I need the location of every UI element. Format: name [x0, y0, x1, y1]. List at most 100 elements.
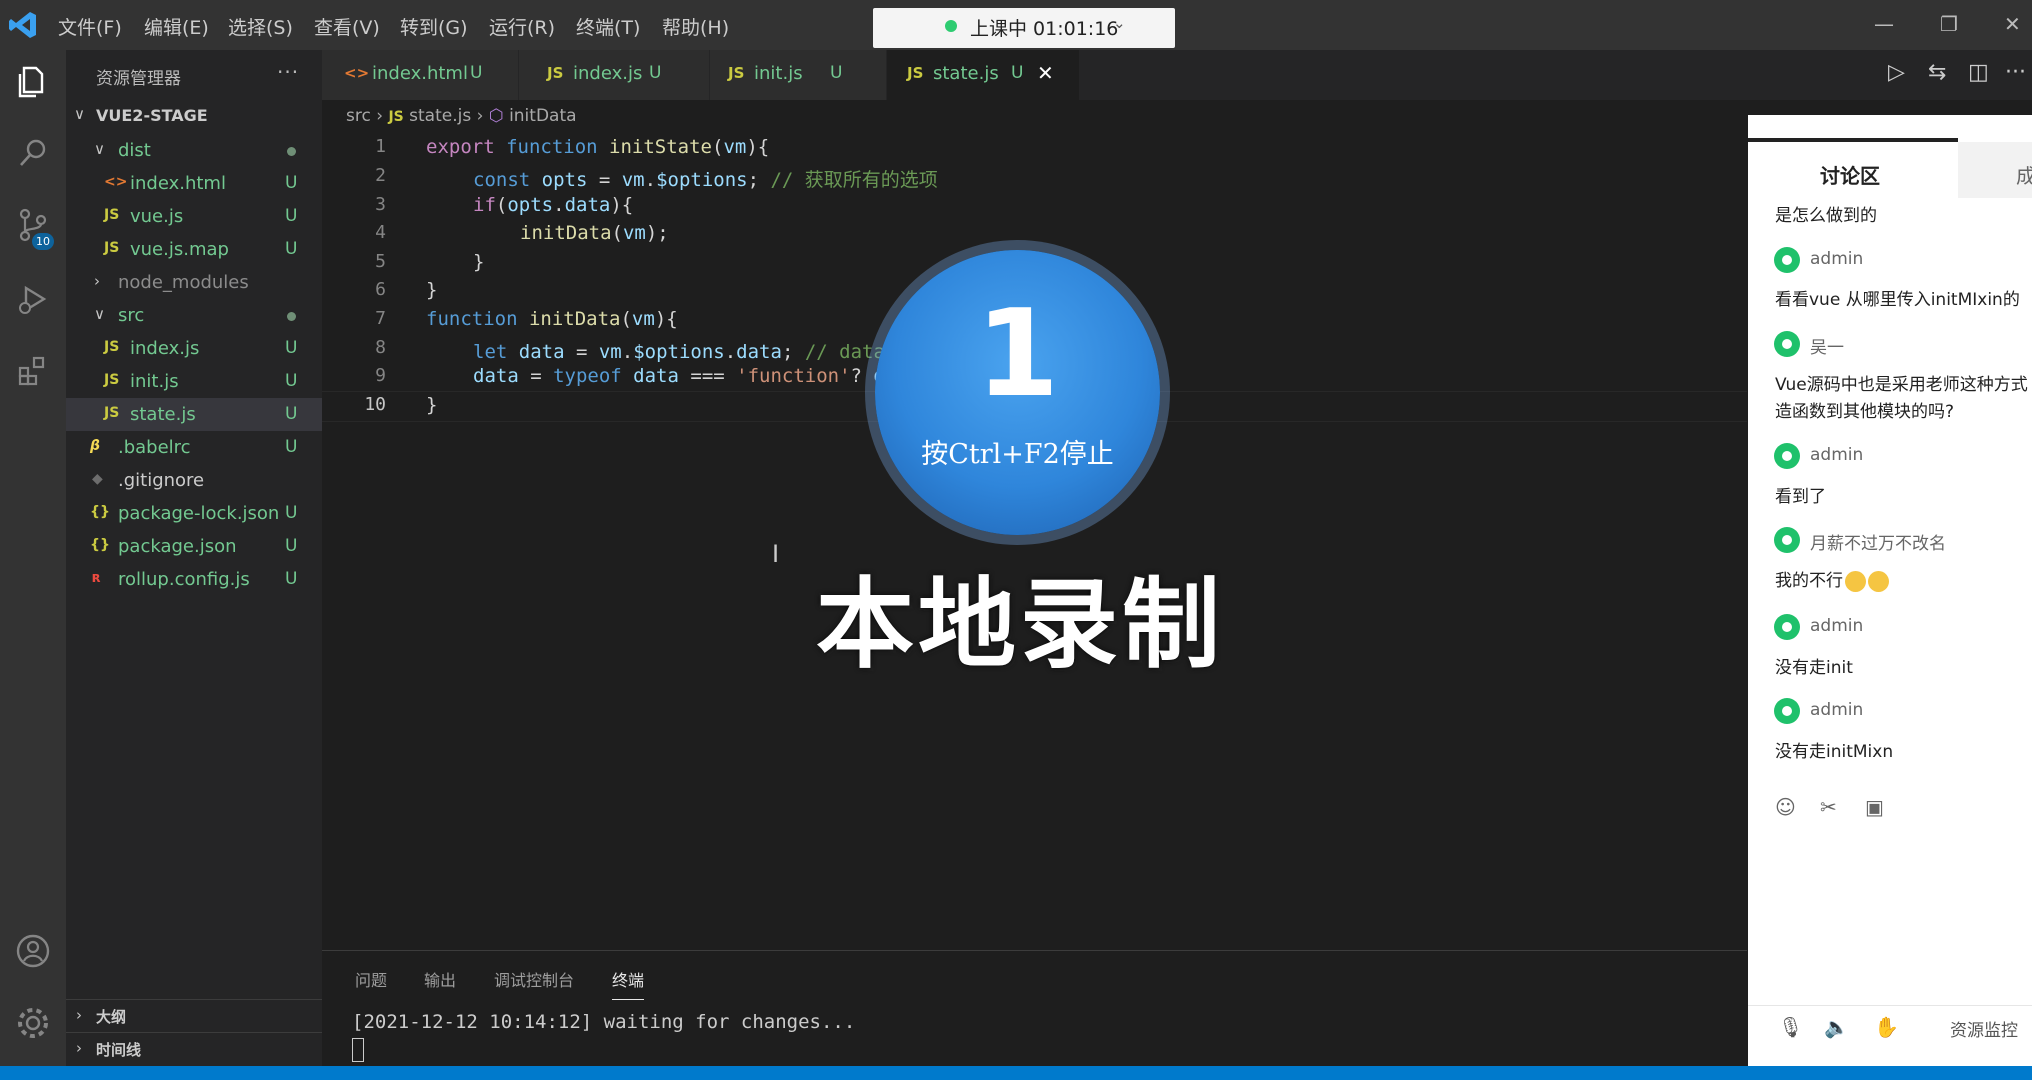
- tab-output[interactable]: 输出: [424, 967, 456, 991]
- babel-file-icon: β: [90, 438, 101, 454]
- tree-folder-dist[interactable]: ∨ dist: [66, 134, 322, 167]
- untracked-status: U: [830, 63, 843, 83]
- tree-label: package-lock.json: [118, 503, 280, 524]
- tree-file-vue-js[interactable]: JS vue.js U: [66, 200, 322, 233]
- tree-file-vue-js-map[interactable]: JS vue.js.map U: [66, 233, 322, 266]
- menu-view[interactable]: 查看(V): [314, 13, 380, 40]
- close-icon[interactable]: ✕: [1037, 61, 1054, 85]
- untracked-status: U: [285, 569, 298, 589]
- tree-file-state-js[interactable]: JS state.js U: [66, 398, 322, 431]
- tree-file-index-js[interactable]: JS index.js U: [66, 332, 322, 365]
- js-file-icon: JS: [104, 207, 120, 223]
- line-number: 7: [375, 308, 386, 329]
- more-actions-icon[interactable]: ···: [2005, 60, 2026, 85]
- tree-file-gitignore[interactable]: ◆ .gitignore: [66, 464, 322, 497]
- gear-icon[interactable]: [14, 1004, 52, 1042]
- chevron-down-icon[interactable]: ⌄: [1113, 14, 1126, 32]
- chat-message: 造函数到其他模块的吗?: [1775, 402, 1955, 422]
- line-number: 1: [375, 136, 386, 157]
- tab-label: index.js: [573, 63, 643, 84]
- tree-label: node_modules: [118, 272, 249, 293]
- restore-icon[interactable]: ❐: [1940, 12, 1958, 36]
- breadcrumb-file[interactable]: state.js: [409, 106, 471, 126]
- menu-run[interactable]: 运行(R): [489, 13, 555, 40]
- avatar: [1774, 614, 1800, 640]
- menu-help[interactable]: 帮助(H): [662, 13, 729, 40]
- menu-file[interactable]: 文件(F): [58, 13, 122, 40]
- terminal-output: [2021-12-12 10:14:12] waiting for change…: [352, 1011, 856, 1033]
- outline-section[interactable]: › 大纲: [66, 999, 322, 1033]
- tree-file-index-html[interactable]: <> index.html U: [66, 167, 322, 200]
- vscode-logo-icon: [9, 12, 36, 38]
- close-window-icon[interactable]: ✕: [2004, 12, 2021, 36]
- chevron-down-icon: ∨: [94, 140, 105, 158]
- tab-terminal[interactable]: 终端: [612, 967, 645, 1000]
- explorer-title: 资源管理器: [96, 69, 181, 89]
- menu-go[interactable]: 转到(G): [400, 13, 468, 40]
- minimize-icon[interactable]: —: [1874, 12, 1894, 36]
- chevron-down-icon[interactable]: ∨: [74, 105, 85, 123]
- tab-debug-console[interactable]: 调试控制台: [494, 967, 574, 991]
- hand-raise-icon[interactable]: ✋: [1874, 1015, 1899, 1039]
- emoji-picker-icon[interactable]: ☺: [1775, 795, 1796, 819]
- recording-title: 本地录制: [815, 568, 1224, 682]
- js-file-icon: JS: [728, 64, 745, 82]
- account-icon[interactable]: [14, 932, 52, 970]
- search-icon[interactable]: [14, 134, 52, 172]
- js-file-icon: JS: [104, 339, 120, 355]
- tree-label: state.js: [130, 404, 196, 425]
- timeline-section[interactable]: › 时间线: [66, 1032, 322, 1066]
- tree-file-package-json[interactable]: {} package.json U: [66, 530, 322, 563]
- tab-state-js[interactable]: JS state.js U ✕: [887, 50, 1079, 100]
- tree-label: rollup.config.js: [118, 569, 250, 590]
- microphone-icon[interactable]: 🎙: [1778, 1015, 1803, 1039]
- untracked-status: U: [285, 536, 298, 556]
- js-file-icon: JS: [104, 405, 120, 421]
- tree-label: .babelrc: [118, 437, 191, 458]
- explorer-files-icon[interactable]: [14, 62, 52, 100]
- tree-label: .gitignore: [118, 470, 205, 491]
- line-number: 9: [375, 365, 386, 386]
- recording-status-text: 上课中 01:01:16: [970, 18, 1119, 40]
- split-editor-icon[interactable]: ◫: [1968, 60, 1989, 85]
- untracked-status: U: [285, 206, 298, 226]
- tree-file-babelrc[interactable]: β .babelrc U: [66, 431, 322, 464]
- tab-index-html[interactable]: <> index.html U: [322, 50, 518, 100]
- recording-stop-hint: 按Ctrl+F2停止: [921, 439, 1114, 470]
- resource-monitor-button[interactable]: 资源监控: [1950, 1016, 2018, 1041]
- untracked-status: U: [285, 404, 298, 424]
- run-icon[interactable]: ▷: [1888, 60, 1905, 85]
- tree-file-init-js[interactable]: JS init.js U: [66, 365, 322, 398]
- line-number: 4: [375, 222, 386, 243]
- run-debug-icon[interactable]: [14, 280, 52, 318]
- chat-message: 没有走init: [1775, 658, 1853, 678]
- breadcrumb-symbol[interactable]: initData: [509, 106, 576, 126]
- code-line: initData(vm);: [520, 222, 669, 244]
- line-number: 10: [364, 394, 386, 415]
- more-actions-icon[interactable]: ···: [277, 60, 299, 84]
- menu-edit[interactable]: 编辑(E): [144, 13, 209, 40]
- tab-index-js[interactable]: JS index.js U: [519, 50, 709, 100]
- js-file-icon: JS: [104, 240, 120, 256]
- breadcrumb: src › JS state.js › ⬡ initData: [346, 106, 577, 126]
- tab-problems[interactable]: 问题: [355, 967, 387, 991]
- breadcrumb-folder[interactable]: src: [346, 106, 371, 126]
- tree-file-package-lock-json[interactable]: {} package-lock.json U: [66, 497, 322, 530]
- emoji-icon: [1868, 570, 1889, 592]
- tree-folder-src[interactable]: ∨ src: [66, 299, 322, 332]
- menu-selection[interactable]: 选择(S): [228, 13, 293, 40]
- untracked-status: U: [649, 63, 662, 83]
- tree-file-rollup-config-js[interactable]: ʀ rollup.config.js U: [66, 563, 322, 596]
- terminal-cursor: [352, 1038, 364, 1062]
- extensions-icon[interactable]: [14, 352, 52, 390]
- scissors-icon[interactable]: ✂: [1820, 795, 1837, 819]
- menu-terminal[interactable]: 终端(T): [576, 13, 640, 40]
- speaker-icon[interactable]: 🔈: [1824, 1015, 1849, 1039]
- project-name[interactable]: VUE2-STAGE: [96, 106, 208, 125]
- tab-init-js[interactable]: JS init.js U: [710, 50, 886, 100]
- image-icon[interactable]: ▣: [1865, 795, 1884, 819]
- tree-folder-node-modules[interactable]: › node_modules: [66, 266, 322, 299]
- js-file-icon: JS: [907, 64, 924, 82]
- json-file-icon: {}: [90, 504, 110, 520]
- compare-changes-icon[interactable]: ⇆: [1928, 60, 1946, 85]
